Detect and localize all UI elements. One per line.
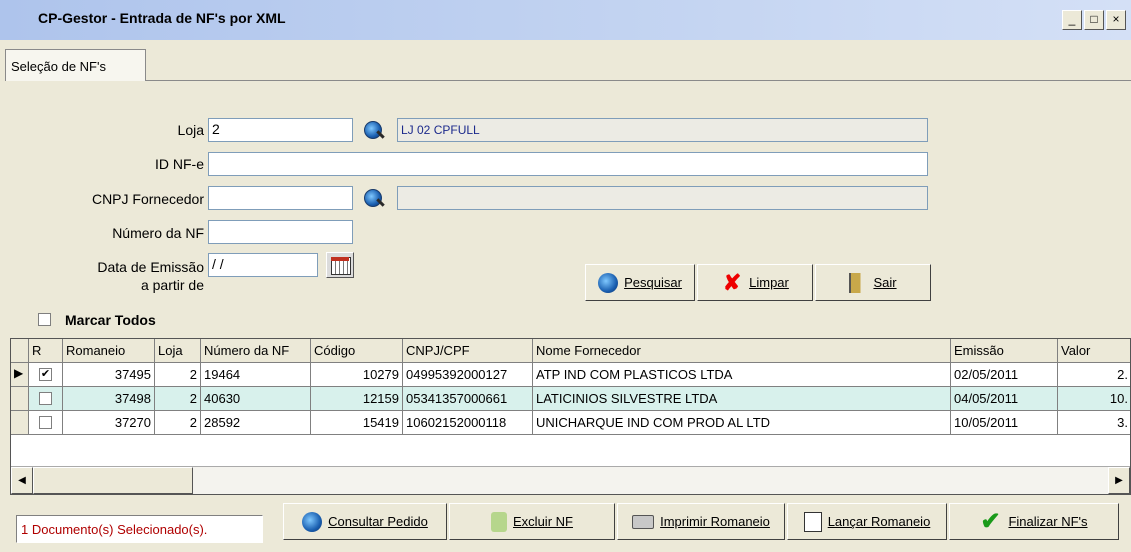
consultar-pedido-button[interactable]: Consultar Pedido — [283, 503, 447, 540]
cell-loja: 2 — [155, 363, 201, 387]
sair-button[interactable]: Sair — [815, 264, 931, 301]
consultar-pedido-label: Consultar Pedido — [328, 514, 428, 529]
search-globe-icon — [302, 511, 323, 532]
row-checkbox-cell[interactable] — [29, 411, 63, 435]
grid-corner — [11, 339, 29, 363]
horizontal-scrollbar[interactable]: ◀ ▶ — [11, 466, 1130, 494]
cnpj-search-icon[interactable] — [364, 189, 382, 207]
cell-codigo: 15419 — [311, 411, 403, 435]
col-header-valor[interactable]: Valor — [1058, 339, 1130, 363]
imprimir-romaneio-button[interactable]: Imprimir Romaneio — [617, 503, 785, 540]
cell-codigo: 10279 — [311, 363, 403, 387]
col-header-cnpj[interactable]: CNPJ/CPF — [403, 339, 533, 363]
tab-selecao-nfs[interactable]: Seleção de NF's — [5, 49, 146, 81]
minimize-button[interactable]: _ — [1062, 10, 1082, 30]
col-header-loja[interactable]: Loja — [155, 339, 201, 363]
finalizar-nfs-label: Finalizar NF's — [1008, 514, 1088, 529]
excluir-nf-label: Excluir NF — [513, 514, 573, 529]
search-globe-icon — [598, 272, 619, 293]
tab-divider — [146, 80, 1131, 81]
cell-valor: 2. — [1058, 363, 1130, 387]
cell-numero-nf: 19464 — [201, 363, 311, 387]
cell-romaneio: 37498 — [63, 387, 155, 411]
finalizar-nfs-button[interactable]: ✔ Finalizar NF's — [949, 503, 1119, 540]
cell-fornecedor: ATP IND COM PLASTICOS LTDA — [533, 363, 951, 387]
row-indicator — [11, 387, 29, 411]
marcar-todos-label[interactable]: Marcar Todos — [65, 312, 156, 328]
pesquisar-label: Pesquisar — [624, 275, 682, 290]
row-checkbox[interactable]: ✔ — [39, 368, 52, 381]
fornecedor-description — [397, 186, 928, 210]
cell-valor: 10. — [1058, 387, 1130, 411]
title-bar: CP-Gestor - Entrada de NF's por XML _ □ … — [0, 0, 1131, 40]
row-indicator — [11, 411, 29, 435]
scroll-thumb[interactable] — [33, 467, 193, 494]
cell-emissao: 02/05/2011 — [951, 363, 1058, 387]
cell-numero-nf: 28592 — [201, 411, 311, 435]
printer-icon — [632, 514, 655, 529]
cell-fornecedor: LATICINIOS SILVESTRE LTDA — [533, 387, 951, 411]
loja-search-icon[interactable] — [364, 121, 382, 139]
cell-valor: 3. — [1058, 411, 1130, 435]
loja-description: LJ 02 CPFULL — [397, 118, 928, 142]
numero-nf-input[interactable] — [208, 220, 353, 244]
col-header-emissao[interactable]: Emissão — [951, 339, 1058, 363]
tab-strip — [0, 40, 1131, 80]
cell-codigo: 12159 — [311, 387, 403, 411]
row-checkbox[interactable] — [39, 392, 52, 405]
cell-romaneio: 37270 — [63, 411, 155, 435]
data-emissao-input[interactable]: / / — [208, 253, 318, 277]
red-x-icon: ✘ — [722, 269, 742, 295]
cell-cnpj: 10602152000118 — [403, 411, 533, 435]
row-checkbox-cell[interactable] — [29, 387, 63, 411]
cell-fornecedor: UNICHARQUE IND COM PROD AL LTD — [533, 411, 951, 435]
lancar-romaneio-button[interactable]: Lançar Romaneio — [787, 503, 947, 540]
row-checkbox[interactable] — [39, 416, 52, 429]
status-text: 1 Documento(s) Selecionado(s). — [16, 515, 263, 543]
id-nfe-input[interactable] — [208, 152, 928, 176]
maximize-button[interactable]: □ — [1084, 10, 1104, 30]
col-header-fornecedor[interactable]: Nome Fornecedor — [533, 339, 951, 363]
scroll-right-icon[interactable]: ▶ — [1108, 467, 1130, 494]
excluir-nf-button[interactable]: Excluir NF — [449, 503, 615, 540]
exit-door-icon — [849, 272, 868, 293]
data-emissao-sublabel: a partir de — [140, 277, 204, 293]
imprimir-romaneio-label: Imprimir Romaneio — [660, 514, 770, 529]
cell-loja: 2 — [155, 387, 201, 411]
row-indicator: ▶ — [11, 363, 29, 387]
loja-input[interactable]: 2 — [208, 118, 353, 142]
cell-cnpj: 04995392000127 — [403, 363, 533, 387]
col-header-numero-nf[interactable]: Número da NF — [201, 339, 311, 363]
id-nfe-label: ID NF-e — [155, 156, 204, 172]
cell-loja: 2 — [155, 411, 201, 435]
cell-cnpj: 05341357000661 — [403, 387, 533, 411]
limpar-label: Limpar — [749, 275, 789, 290]
sair-label: Sair — [873, 275, 897, 290]
recycle-bin-icon — [491, 511, 508, 532]
limpar-button[interactable]: ✘ Limpar — [697, 264, 813, 301]
calendar-icon[interactable] — [326, 252, 354, 278]
loja-label: Loja — [177, 122, 204, 138]
cell-romaneio: 37495 — [63, 363, 155, 387]
col-header-r[interactable]: R — [29, 339, 63, 363]
green-check-icon: ✔ — [980, 507, 1001, 535]
marcar-todos-checkbox[interactable] — [38, 313, 51, 326]
col-header-romaneio[interactable]: Romaneio — [63, 339, 155, 363]
window-title: CP-Gestor - Entrada de NF's por XML — [38, 10, 286, 26]
data-emissao-label: Data de Emissão — [97, 259, 204, 275]
col-header-codigo[interactable]: Código — [311, 339, 403, 363]
numero-nf-label: Número da NF — [112, 225, 204, 241]
cell-emissao: 04/05/2011 — [951, 387, 1058, 411]
row-checkbox-cell[interactable]: ✔ — [29, 363, 63, 387]
cnpj-fornecedor-input[interactable] — [208, 186, 353, 210]
cell-numero-nf: 40630 — [201, 387, 311, 411]
scroll-left-icon[interactable]: ◀ — [11, 467, 33, 494]
cnpj-fornecedor-label: CNPJ Fornecedor — [91, 191, 204, 207]
close-button[interactable]: × — [1106, 10, 1126, 30]
cell-emissao: 10/05/2011 — [951, 411, 1058, 435]
clipboard-icon — [803, 511, 822, 532]
lancar-romaneio-label: Lançar Romaneio — [827, 514, 931, 529]
pesquisar-button[interactable]: Pesquisar — [585, 264, 695, 301]
